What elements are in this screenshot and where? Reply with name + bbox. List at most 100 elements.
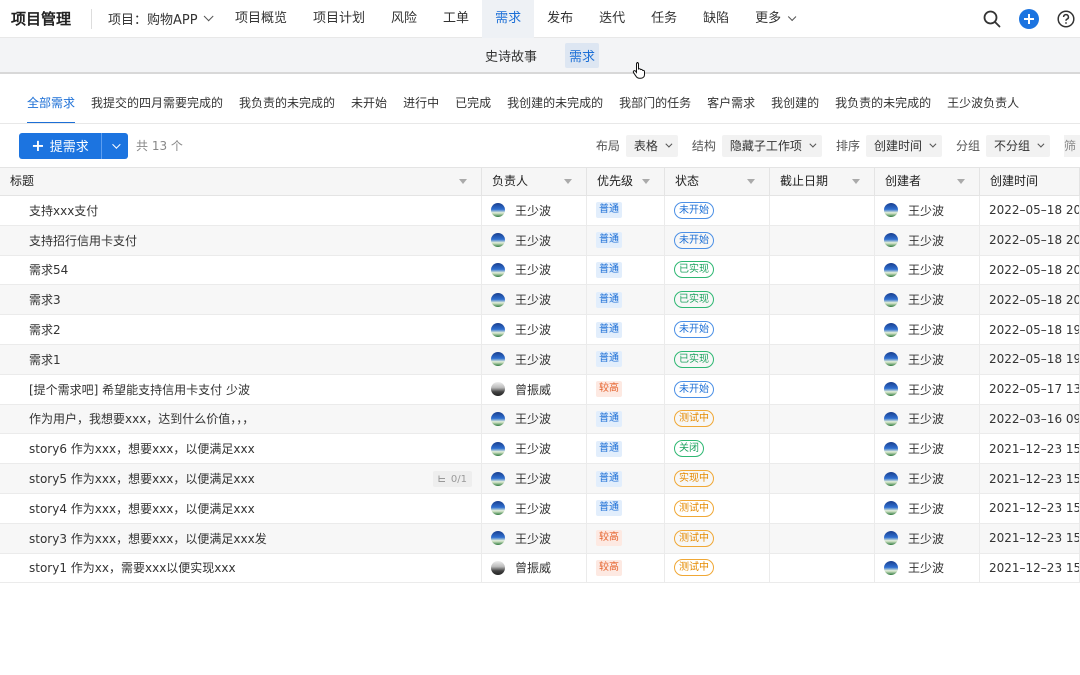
cell-priority[interactable]: 较高 <box>587 553 665 583</box>
table-row[interactable]: 作为用户，我想要xxx，达到什么价值，，， 王少波 普通 测试中 王少波 2022–03–… <box>0 404 1080 435</box>
cell-due-date[interactable] <box>770 285 875 315</box>
cell-title[interactable]: story6 作为xxx，想要xxx，以便满足xxx <box>0 434 482 464</box>
requirement-title[interactable]: 需求54 <box>29 261 68 278</box>
requirement-title[interactable]: 需求1 <box>29 351 61 368</box>
table-row[interactable]: 支持xxx支付 王少波 普通 未开始 王少波 2022–05–18 20: <box>0 196 1080 226</box>
cell-due-date[interactable] <box>770 255 875 285</box>
cell-owner[interactable]: 王少波 <box>482 404 587 434</box>
table-row[interactable]: story5 作为xxx，想要xxx，以便满足xxx 0/1 王少波 普通 实现中 王少波… <box>0 464 1080 494</box>
cell-title[interactable]: story4 作为xxx，想要xxx，以便满足xxx <box>0 493 482 523</box>
col-owner[interactable]: 负责人 <box>482 168 587 195</box>
nav-risk[interactable]: 风险 <box>378 0 430 38</box>
filter-owner-wang[interactable]: 王少波负责人 <box>939 86 1027 123</box>
col-priority[interactable]: 优先级 <box>587 168 665 195</box>
cell-owner[interactable]: 王少波 <box>482 196 587 225</box>
subtask-count[interactable]: 0/1 <box>432 471 472 488</box>
cell-status[interactable]: 已实现 <box>665 255 770 285</box>
nav-more[interactable]: 更多 <box>742 0 806 38</box>
requirement-title[interactable]: 需求3 <box>29 291 61 308</box>
cell-status[interactable]: 已实现 <box>665 344 770 374</box>
requirement-title[interactable]: 支持xxx支付 <box>29 202 98 219</box>
col-title[interactable]: 标题 <box>0 168 482 195</box>
nav-overview[interactable]: 项目概览 <box>222 0 300 38</box>
filter-all[interactable]: 全部需求 <box>19 86 83 123</box>
filter-created-by-me[interactable]: 我创建的 <box>763 86 827 123</box>
project-switcher[interactable]: 项目：购物APP <box>92 9 218 28</box>
search-icon[interactable] <box>982 9 1002 29</box>
cell-title[interactable]: 需求2 <box>0 315 482 344</box>
filter-in-progress[interactable]: 进行中 <box>395 86 447 123</box>
cell-due-date[interactable] <box>770 523 875 553</box>
cell-title[interactable]: 需求1 <box>0 344 482 374</box>
cell-status[interactable]: 已实现 <box>665 285 770 315</box>
col-created-time[interactable]: 创建时间 <box>980 168 1080 195</box>
nav-requirements[interactable]: 需求 <box>482 0 535 38</box>
filter-assigned-unfinished[interactable]: 我负责的未完成的 <box>827 86 939 123</box>
cell-title[interactable]: story5 作为xxx，想要xxx，以便满足xxx 0/1 <box>0 464 482 493</box>
cell-due-date[interactable] <box>770 464 875 493</box>
cell-owner[interactable]: 王少波 <box>482 523 587 553</box>
nav-defect[interactable]: 缺陷 <box>690 0 742 38</box>
nav-plan[interactable]: 项目计划 <box>300 0 378 38</box>
nav-task[interactable]: 任务 <box>638 0 690 38</box>
filter-done[interactable]: 已完成 <box>447 86 499 123</box>
cell-title[interactable]: 需求3 <box>0 285 482 315</box>
help-icon[interactable] <box>1056 9 1076 29</box>
subnav-epic[interactable]: 史诗故事 <box>481 43 541 68</box>
cell-priority[interactable]: 普通 <box>587 255 665 285</box>
table-row[interactable]: 需求54 王少波 普通 已实现 王少波 2022–05–18 20: <box>0 255 1080 286</box>
cell-title[interactable]: 支持xxx支付 <box>0 196 482 225</box>
cell-status[interactable]: 关闭 <box>665 434 770 464</box>
sort-select[interactable]: 创建时间 <box>865 134 942 157</box>
cell-owner[interactable]: 王少波 <box>482 225 587 255</box>
table-row[interactable]: story4 作为xxx，想要xxx，以便满足xxx 王少波 普通 测试中 王少波 202… <box>0 493 1080 524</box>
cell-title[interactable]: 需求54 <box>0 255 482 285</box>
cell-owner[interactable]: 王少波 <box>482 464 587 493</box>
cell-priority[interactable]: 普通 <box>587 196 665 225</box>
cell-due-date[interactable] <box>770 196 875 225</box>
requirement-title[interactable]: story1 作为xx，需要xxx以便实现xxx <box>29 559 236 576</box>
cell-owner[interactable]: 曾振威 <box>482 553 587 583</box>
table-row[interactable]: 需求3 王少波 普通 已实现 王少波 2022–05–18 20: <box>0 285 1080 316</box>
requirement-title[interactable]: 支持招行信用卡支付 <box>29 232 137 249</box>
filter-my-unfinished[interactable]: 我负责的未完成的 <box>231 86 343 123</box>
table-row[interactable]: 支持招行信用卡支付 王少波 普通 未开始 王少波 2022–05–18 20: <box>0 225 1080 256</box>
cell-owner[interactable]: 王少波 <box>482 315 587 344</box>
cell-priority[interactable]: 普通 <box>587 285 665 315</box>
requirement-title[interactable]: story6 作为xxx，想要xxx，以便满足xxx <box>29 440 255 457</box>
nav-release[interactable]: 发布 <box>534 0 586 38</box>
cell-title[interactable]: story1 作为xx，需要xxx以便实现xxx <box>0 553 482 583</box>
cell-due-date[interactable] <box>770 374 875 404</box>
cell-status[interactable]: 测试中 <box>665 493 770 523</box>
cell-status[interactable]: 测试中 <box>665 404 770 434</box>
cell-title[interactable]: 支持招行信用卡支付 <box>0 225 482 255</box>
filter-department[interactable]: 我部门的任务 <box>611 86 699 123</box>
cell-status[interactable]: 实现中 <box>665 464 770 493</box>
cell-status[interactable]: 未开始 <box>665 374 770 404</box>
cell-priority[interactable]: 较高 <box>587 374 665 404</box>
cell-title[interactable]: 作为用户，我想要xxx，达到什么价值，，， <box>0 404 482 434</box>
table-row[interactable]: story3 作为xxx，想要xxx，以便满足xxx发 王少波 较高 测试中 王少波 20… <box>0 523 1080 554</box>
cell-priority[interactable]: 普通 <box>587 404 665 434</box>
cell-owner[interactable]: 王少波 <box>482 434 587 464</box>
cell-title[interactable]: [提个需求吧] 希望能支持信用卡支付 少波 <box>0 374 482 404</box>
subnav-requirement[interactable]: 需求 <box>565 42 600 68</box>
cell-priority[interactable]: 普通 <box>587 344 665 374</box>
cell-status[interactable]: 未开始 <box>665 315 770 344</box>
cell-status[interactable]: 测试中 <box>665 523 770 553</box>
table-row[interactable]: 需求2 王少波 普通 未开始 王少波 2022–05–18 19: <box>0 315 1080 345</box>
cell-priority[interactable]: 普通 <box>587 434 665 464</box>
col-due-date[interactable]: 截止日期 <box>770 168 875 195</box>
cell-owner[interactable]: 王少波 <box>482 344 587 374</box>
cell-priority[interactable]: 普通 <box>587 464 665 493</box>
cell-due-date[interactable] <box>770 493 875 523</box>
nav-iteration[interactable]: 迭代 <box>586 0 638 38</box>
cell-owner[interactable]: 曾振威 <box>482 374 587 404</box>
cell-due-date[interactable] <box>770 553 875 583</box>
filter-created-unfinished[interactable]: 我创建的未完成的 <box>499 86 611 123</box>
structure-select[interactable]: 隐藏子工作项 <box>721 134 822 157</box>
requirement-title[interactable]: 需求2 <box>29 321 61 338</box>
filter-april-submitted[interactable]: 我提交的四月需要完成的 <box>83 86 231 123</box>
cell-status[interactable]: 测试中 <box>665 553 770 583</box>
add-requirement-button[interactable]: + 提需求 <box>19 132 101 159</box>
